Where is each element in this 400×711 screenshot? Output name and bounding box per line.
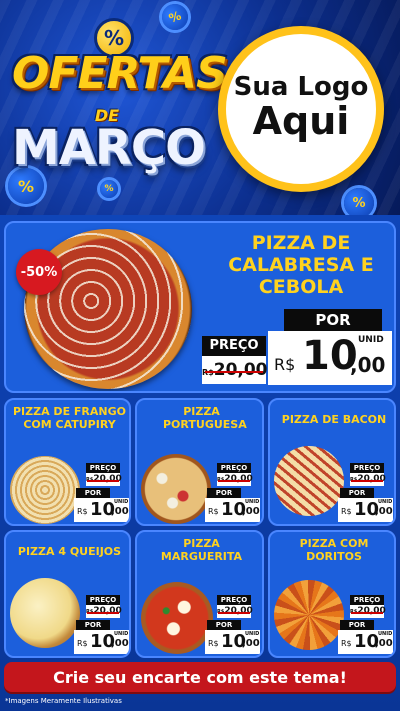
new-price-currency: R$ — [77, 639, 88, 648]
unit-label: UNID — [358, 335, 384, 345]
unit-label: UNID — [114, 631, 129, 637]
product-name: PIZZA MARGUERITA — [160, 537, 243, 563]
old-price-label: PREÇO — [217, 595, 251, 605]
new-price-cents: ,00 — [350, 353, 386, 377]
new-price-label: POR — [76, 488, 110, 498]
old-price-label: PREÇO — [202, 336, 266, 356]
new-price: R$ 10 ,00 UNID — [268, 331, 392, 385]
create-flyer-button[interactable]: Crie seu encarte com este tema! — [4, 662, 396, 692]
new-price: R$ 10 ,00 UNID — [338, 498, 393, 522]
strikethrough-line — [351, 479, 383, 482]
new-price-label: POR — [284, 309, 382, 331]
old-price: R$20,00 — [86, 473, 122, 486]
strikethrough-line — [218, 479, 250, 482]
old-price: R$20,00 — [350, 473, 386, 486]
new-price-currency: R$ — [77, 507, 88, 516]
product-name: PIZZA DE FRANGO COM CATUPIRY — [12, 405, 126, 431]
new-price-label: POR — [207, 488, 241, 498]
new-price: R$ 10 ,00 UNID — [74, 630, 129, 654]
new-price-label: POR — [76, 620, 110, 630]
unit-label: UNID — [245, 499, 260, 505]
title-marco: MARÇO — [12, 120, 206, 176]
new-price-cents: ,00 — [111, 506, 129, 517]
new-price-cents: ,00 — [375, 506, 393, 517]
disclaimer-note: *Imagens Meramente Ilustrativas — [5, 697, 122, 705]
new-price-cents: ,00 — [375, 638, 393, 649]
product-card[interactable]: PIZZA MARGUERITA PREÇO R$20,00 POR R$ 10… — [135, 530, 264, 658]
new-price-currency: R$ — [341, 639, 352, 648]
new-price: R$ 10 ,00 UNID — [205, 630, 260, 654]
product-card[interactable]: PIZZA DE FRANGO COM CATUPIRY PREÇO R$20,… — [4, 398, 131, 526]
featured-product-card[interactable]: -50% PIZZA DE CALABRESA E CEBOLA PREÇO R… — [4, 221, 396, 393]
new-price-label: POR — [340, 488, 374, 498]
old-price: R$20,00 — [350, 605, 386, 618]
product-name: PIZZA DE BACON — [281, 413, 387, 426]
logo-placeholder[interactable]: Sua Logo Aqui — [218, 26, 384, 192]
percent-coin-icon: % — [344, 188, 374, 215]
product-card[interactable]: PIZZA DE BACON PREÇO R$20,00 POR R$ 10 ,… — [268, 398, 396, 526]
doritos-pizza-image — [274, 580, 344, 650]
unit-label: UNID — [245, 631, 260, 637]
unit-label: UNID — [114, 499, 129, 505]
new-price-cents: ,00 — [242, 506, 260, 517]
product-name: PIZZA 4 QUEIJOS — [17, 545, 122, 558]
quatro-queijos-pizza-image — [10, 578, 80, 648]
frango-catupiry-pizza-image — [10, 456, 80, 524]
old-price-label: PREÇO — [217, 463, 251, 473]
strikethrough-line — [351, 611, 383, 614]
unit-label: UNID — [378, 499, 393, 505]
header-banner: % % % % % OFERTAS DE MARÇO Sua Logo Aqui — [0, 0, 400, 215]
new-price-currency: R$ — [341, 507, 352, 516]
title-ofertas: OFERTAS — [12, 48, 228, 99]
product-card[interactable]: PIZZA 4 QUEIJOS PREÇO R$20,00 POR R$ 10 … — [4, 530, 131, 658]
new-price-label: POR — [207, 620, 241, 630]
product-name: PIZZA COM DORITOS — [299, 537, 369, 563]
marguerita-pizza-image — [141, 582, 213, 654]
logo-line1: Sua Logo — [233, 72, 369, 103]
new-price-currency: R$ — [274, 355, 296, 374]
old-price-label: PREÇO — [350, 463, 384, 473]
old-price-label: PREÇO — [86, 463, 120, 473]
old-price-label: PREÇO — [350, 595, 384, 605]
featured-product-name: PIZZA DE CALABRESA E CEBOLA — [228, 232, 374, 298]
old-price: R$20,00 — [217, 473, 253, 486]
old-price: R$20,00 — [217, 605, 253, 618]
logo-line2: Aqui — [252, 99, 350, 144]
old-price: R$20,00 — [202, 356, 268, 384]
new-price-label: POR — [340, 620, 374, 630]
old-price-label: PREÇO — [86, 595, 120, 605]
old-price: R$20,00 — [86, 605, 122, 618]
new-price-currency: R$ — [208, 507, 219, 516]
strikethrough-line — [204, 370, 264, 373]
new-price-currency: R$ — [208, 639, 219, 648]
strikethrough-line — [87, 611, 119, 614]
unit-label: UNID — [378, 631, 393, 637]
new-price: R$ 10 ,00 UNID — [74, 498, 129, 522]
new-price: R$ 10 ,00 UNID — [338, 630, 393, 654]
product-name: PIZZA PORTUGUESA — [163, 405, 247, 431]
new-price-cents: ,00 — [111, 638, 129, 649]
strikethrough-line — [218, 611, 250, 614]
discount-badge: -50% — [16, 249, 62, 295]
new-price-cents: ,00 — [242, 638, 260, 649]
product-card[interactable]: PIZZA COM DORITOS PREÇO R$20,00 POR R$ 1… — [268, 530, 396, 658]
new-price: R$ 10 ,00 UNID — [205, 498, 260, 522]
campaign-title: % OFERTAS DE MARÇO — [12, 18, 228, 198]
portuguesa-pizza-image — [141, 454, 211, 524]
strikethrough-line — [87, 479, 119, 482]
bacon-pizza-image — [274, 446, 344, 516]
product-card[interactable]: PIZZA PORTUGUESA PREÇO R$20,00 POR R$ 10… — [135, 398, 264, 526]
